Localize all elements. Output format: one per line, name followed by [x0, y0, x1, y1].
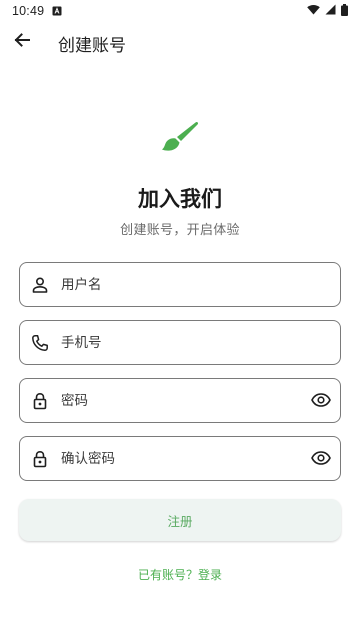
- username-field[interactable]: [19, 262, 341, 307]
- status-bar: 10:49: [0, 0, 360, 22]
- username-input[interactable]: [61, 263, 301, 306]
- confirm-password-visibility-toggle[interactable]: [310, 448, 332, 470]
- hero-title: 加入我们: [138, 187, 222, 211]
- eye-icon: [311, 450, 331, 469]
- page-title: 创建账号: [58, 36, 126, 56]
- phone-icon: [30, 333, 50, 353]
- login-link[interactable]: 已有账号？登录: [0, 566, 360, 583]
- password-visibility-toggle[interactable]: [310, 390, 332, 412]
- hero-subtitle: 创建账号，开启体验: [120, 223, 240, 238]
- eye-icon: [311, 392, 331, 411]
- paint-brush-icon: [156, 116, 202, 162]
- back-button[interactable]: [10, 30, 34, 54]
- phone-field[interactable]: [19, 320, 341, 365]
- a-icon: [52, 6, 62, 16]
- register-button[interactable]: 注册: [19, 499, 341, 541]
- app-bar: 创建账号: [0, 22, 360, 62]
- password-field[interactable]: [19, 378, 341, 423]
- status-time: 10:49: [12, 4, 45, 18]
- phone-input[interactable]: [61, 321, 301, 364]
- battery-icon: [341, 3, 348, 19]
- wifi-icon: [307, 4, 320, 18]
- password-input[interactable]: [61, 379, 301, 422]
- signal-icon: [325, 4, 336, 18]
- person-icon: [30, 275, 50, 295]
- confirm-password-input[interactable]: [61, 437, 301, 480]
- status-right: [307, 3, 348, 19]
- nav-bar: [0, 630, 360, 640]
- lock-icon: [30, 449, 50, 469]
- arrow-back-icon: [13, 31, 31, 53]
- confirm-password-field[interactable]: [19, 436, 341, 481]
- lock-icon: [30, 391, 50, 411]
